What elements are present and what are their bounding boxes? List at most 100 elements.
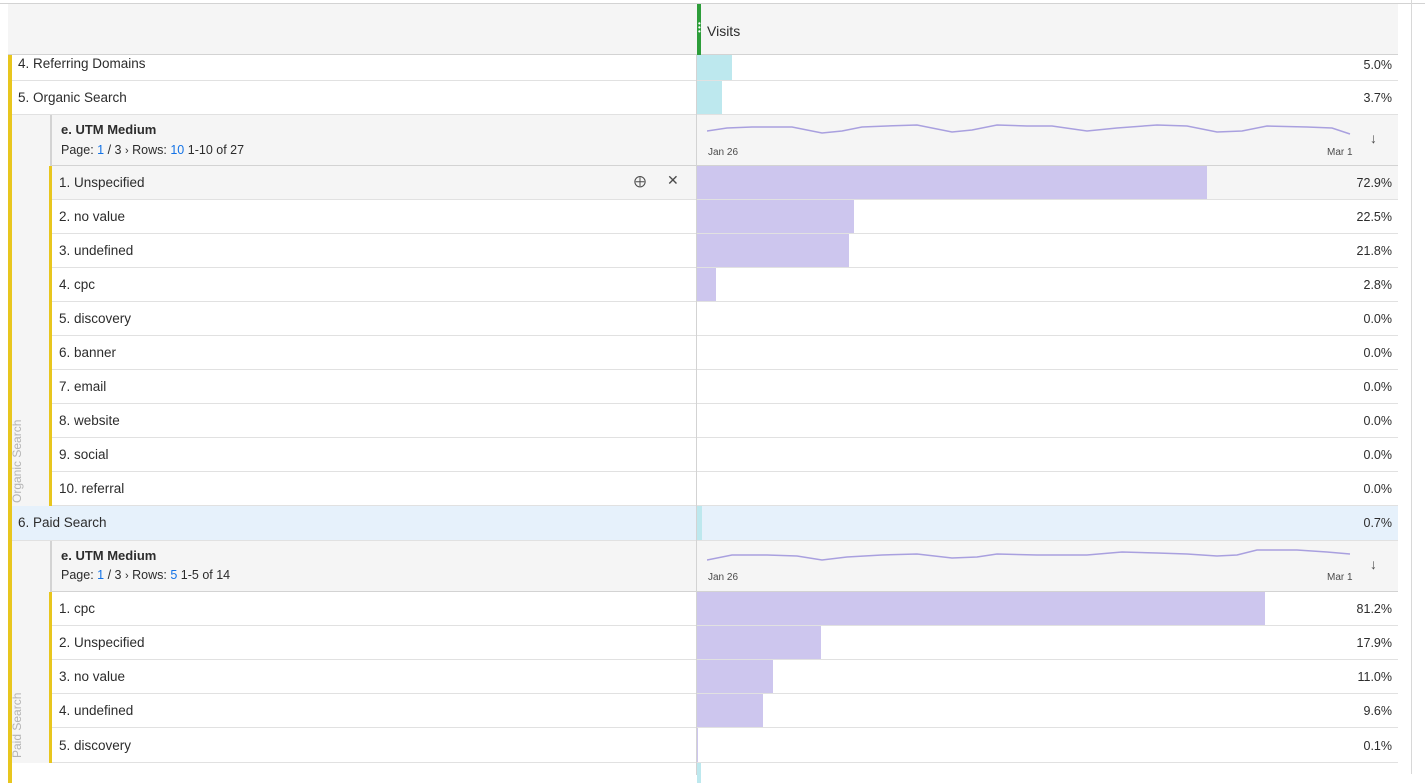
- range-text: 1-10 of 27: [187, 143, 245, 157]
- segment-marker: [49, 370, 52, 404]
- breakdown-row[interactable]: 2. Unspecified 17.9%: [49, 626, 1398, 660]
- table-row-partial[interactable]: [8, 763, 1398, 783]
- row-label: 10. referral: [59, 481, 125, 496]
- sparkline-start-date: Jan 26: [708, 572, 739, 583]
- rows-select[interactable]: 5: [170, 568, 177, 582]
- pagination: Page: 1 / 3 › Rows: 5 1-5 of 14: [61, 568, 231, 582]
- row-value: 0.0%: [1363, 346, 1393, 360]
- breakdown-row[interactable]: 9. social 0.0%: [49, 438, 1398, 472]
- row-value: 0.1%: [1363, 739, 1393, 753]
- row-value: 0.7%: [1363, 516, 1393, 530]
- row-value: 81.2%: [1356, 602, 1392, 616]
- gutter-label: Organic Search: [10, 419, 24, 503]
- visits-bar: [696, 166, 1207, 199]
- visits-bar: [697, 55, 732, 80]
- breakdown-gutter-paid: Paid Search: [8, 541, 51, 763]
- row-label: 2. Unspecified: [59, 635, 145, 650]
- breakdown-row[interactable]: 6. banner 0.0%: [49, 336, 1398, 370]
- breakdown-row[interactable]: 1. Unspecified 72.9% ⨁ ✕: [49, 166, 1398, 200]
- visits-bar: [697, 81, 722, 114]
- breakdown-add-icon[interactable]: ⨁: [634, 174, 646, 188]
- rows-select[interactable]: 10: [170, 143, 184, 157]
- table-row[interactable]: 5. Organic Search 3.7%: [8, 81, 1398, 115]
- sparkline-end-date: Mar 1: [1327, 572, 1353, 583]
- breakdown-row[interactable]: 4. undefined 9.6%: [49, 694, 1398, 728]
- vertical-scrollbar-track[interactable]: [1411, 0, 1412, 774]
- sparkline-start-date: Jan 26: [708, 147, 739, 158]
- sort-arrow-icon[interactable]: ↓: [1370, 556, 1377, 572]
- row-value: 11.0%: [1357, 670, 1392, 684]
- segment-marker: [49, 166, 52, 200]
- segment-marker: [8, 81, 12, 115]
- page-current[interactable]: 1: [97, 568, 104, 582]
- breakdown-row[interactable]: 7. email 0.0%: [49, 370, 1398, 404]
- table-row-selected[interactable]: 6. Paid Search 0.7%: [8, 506, 1398, 541]
- segment-marker: [49, 234, 52, 268]
- row-value: 0.0%: [1363, 414, 1393, 428]
- segment-marker: [49, 472, 52, 506]
- breakdown-row[interactable]: 3. no value 11.0%: [49, 660, 1398, 694]
- breakdown-row[interactable]: 5. discovery 0.1%: [49, 728, 1398, 763]
- range-text: 1-5 of 14: [180, 568, 231, 582]
- segment-marker: [8, 506, 12, 541]
- row-value: 5.0%: [1363, 58, 1393, 72]
- row-label: 6. Paid Search: [18, 515, 107, 530]
- breakdown-row[interactable]: 4. cpc 2.8%: [49, 268, 1398, 302]
- table-header: [8, 4, 1398, 55]
- next-page-icon[interactable]: ›: [125, 570, 129, 582]
- row-value: 21.8%: [1356, 244, 1392, 258]
- segment-marker: [8, 763, 12, 783]
- segment-marker: [49, 694, 52, 728]
- breakdown-row[interactable]: 10. referral 0.0%: [49, 472, 1398, 506]
- breakdown-title[interactable]: e. UTM Medium: [61, 122, 156, 137]
- row-label: 5. Organic Search: [18, 90, 127, 105]
- row-label: 4. undefined: [59, 703, 134, 718]
- row-label: 5. discovery: [59, 311, 132, 326]
- row-value: 0.0%: [1363, 448, 1393, 462]
- breakdown-title[interactable]: e. UTM Medium: [61, 548, 156, 563]
- row-value: 3.7%: [1363, 91, 1393, 105]
- sparkline-end-date: Mar 1: [1327, 147, 1353, 158]
- row-label: 1. Unspecified: [59, 175, 145, 190]
- visits-bar: [696, 694, 763, 727]
- row-value: 22.5%: [1356, 210, 1392, 224]
- segment-marker: [49, 626, 52, 660]
- row-value: 0.0%: [1363, 482, 1393, 496]
- segment-marker: [49, 438, 52, 472]
- sort-arrow-icon[interactable]: ↓: [1370, 130, 1377, 146]
- row-label: 1. cpc: [59, 601, 96, 616]
- breakdown-row[interactable]: 2. no value 22.5%: [49, 200, 1398, 234]
- drag-handle-icon[interactable]: • • •: [698, 20, 701, 36]
- row-value: 9.6%: [1363, 704, 1393, 718]
- row-label: 5. discovery: [59, 738, 132, 753]
- page-current[interactable]: 1: [97, 143, 104, 157]
- breakdown-header: e. UTM Medium Page: 1 / 3 › Rows: 5 1-5 …: [51, 541, 1398, 592]
- segment-marker: [49, 728, 52, 763]
- row-label: 9. social: [59, 447, 109, 462]
- segment-marker: [49, 404, 52, 438]
- breakdown-row[interactable]: 3. undefined 21.8%: [49, 234, 1398, 268]
- visits-bar: [697, 506, 702, 540]
- table-row[interactable]: 4. Referring Domains 5.0%: [8, 55, 1398, 81]
- row-value: 0.0%: [1363, 380, 1393, 394]
- visits-bar: [696, 660, 773, 693]
- metric-header-visits[interactable]: Visits: [707, 23, 740, 39]
- breakdown-row[interactable]: 5. discovery 0.0%: [49, 302, 1398, 336]
- visits-bar: [696, 200, 854, 233]
- visits-bar: [696, 234, 849, 267]
- next-page-icon[interactable]: ›: [125, 145, 129, 157]
- row-label: 4. cpc: [59, 277, 96, 292]
- sparkline: [707, 124, 1351, 135]
- visits-bar: [696, 268, 716, 301]
- row-label: 8. website: [59, 413, 120, 428]
- segment-marker: [49, 200, 52, 234]
- close-icon[interactable]: ✕: [667, 172, 679, 189]
- breakdown-row[interactable]: 8. website 0.0%: [49, 404, 1398, 438]
- row-value: 72.9%: [1356, 176, 1392, 190]
- gutter-label: Paid Search: [10, 692, 24, 758]
- segment-marker: [49, 660, 52, 694]
- row-label: 3. no value: [59, 669, 126, 684]
- sparkline: [707, 549, 1351, 561]
- breakdown-row[interactable]: 1. cpc 81.2%: [49, 592, 1398, 626]
- column-divider: [696, 55, 697, 775]
